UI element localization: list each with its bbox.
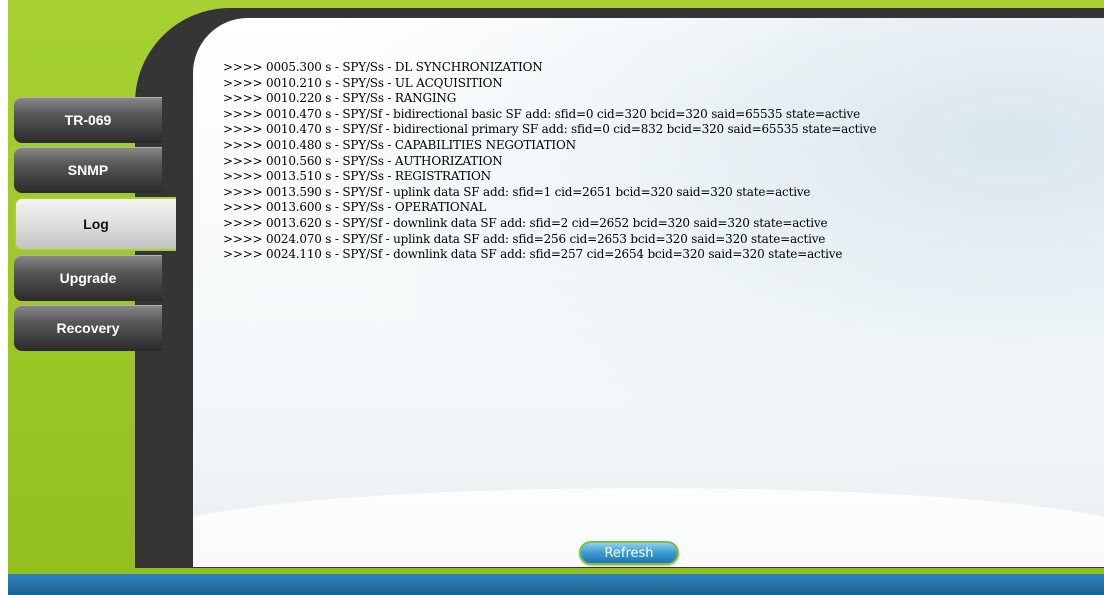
- log-line: >>>> 0005.300 s - SPY/Ss - DL SYNCHRONIZ…: [223, 60, 543, 74]
- log-line: >>>> 0013.600 s - SPY/Ss - OPERATIONAL: [223, 200, 487, 215]
- log-line: >>>> 0010.480 s - SPY/Ss - CAPABILITIES …: [223, 137, 576, 152]
- log-line: >>>> 0010.560 s - SPY/Ss - AUTHORIZATION: [223, 153, 503, 168]
- nav-item-tr069[interactable]: TR-069: [14, 97, 162, 143]
- nav-item-recovery[interactable]: Recovery: [14, 305, 162, 351]
- log-line: >>>> 0010.470 s - SPY/Sf - bidirectional…: [223, 106, 861, 121]
- log-output: >>>> 0005.300 s - SPY/Ss - DL SYNCHRONIZ…: [223, 60, 877, 263]
- sidebar-nav: TR-069 SNMP Log Upgrade Recovery: [14, 97, 176, 355]
- main-content: >>>> 0005.300 s - SPY/Ss - DL SYNCHRONIZ…: [193, 18, 1104, 567]
- nav-item-snmp[interactable]: SNMP: [14, 147, 162, 193]
- nav-item-upgrade[interactable]: Upgrade: [14, 255, 162, 301]
- log-line: >>>> 0010.220 s - SPY/Ss - RANGING: [223, 91, 457, 106]
- log-line: >>>> 0024.110 s - SPY/Sf - downlink data…: [223, 247, 843, 262]
- refresh-button[interactable]: Refresh: [579, 541, 679, 565]
- log-line: >>>> 0013.620 s - SPY/Sf - downlink data…: [223, 215, 828, 230]
- bottom-bar: [8, 574, 1104, 595]
- log-line: >>>> 0013.510 s - SPY/Ss - REGISTRATION: [223, 169, 491, 184]
- log-line: >>>> 0013.590 s - SPY/Sf - uplink data S…: [223, 184, 811, 199]
- nav-item-log[interactable]: Log: [14, 197, 176, 251]
- log-line: >>>> 0024.070 s - SPY/Sf - uplink data S…: [223, 231, 826, 246]
- log-line: >>>> 0010.470 s - SPY/Sf - bidirectional…: [223, 122, 877, 137]
- log-line: >>>> 0010.210 s - SPY/Ss - UL ACQUISITIO…: [223, 75, 503, 90]
